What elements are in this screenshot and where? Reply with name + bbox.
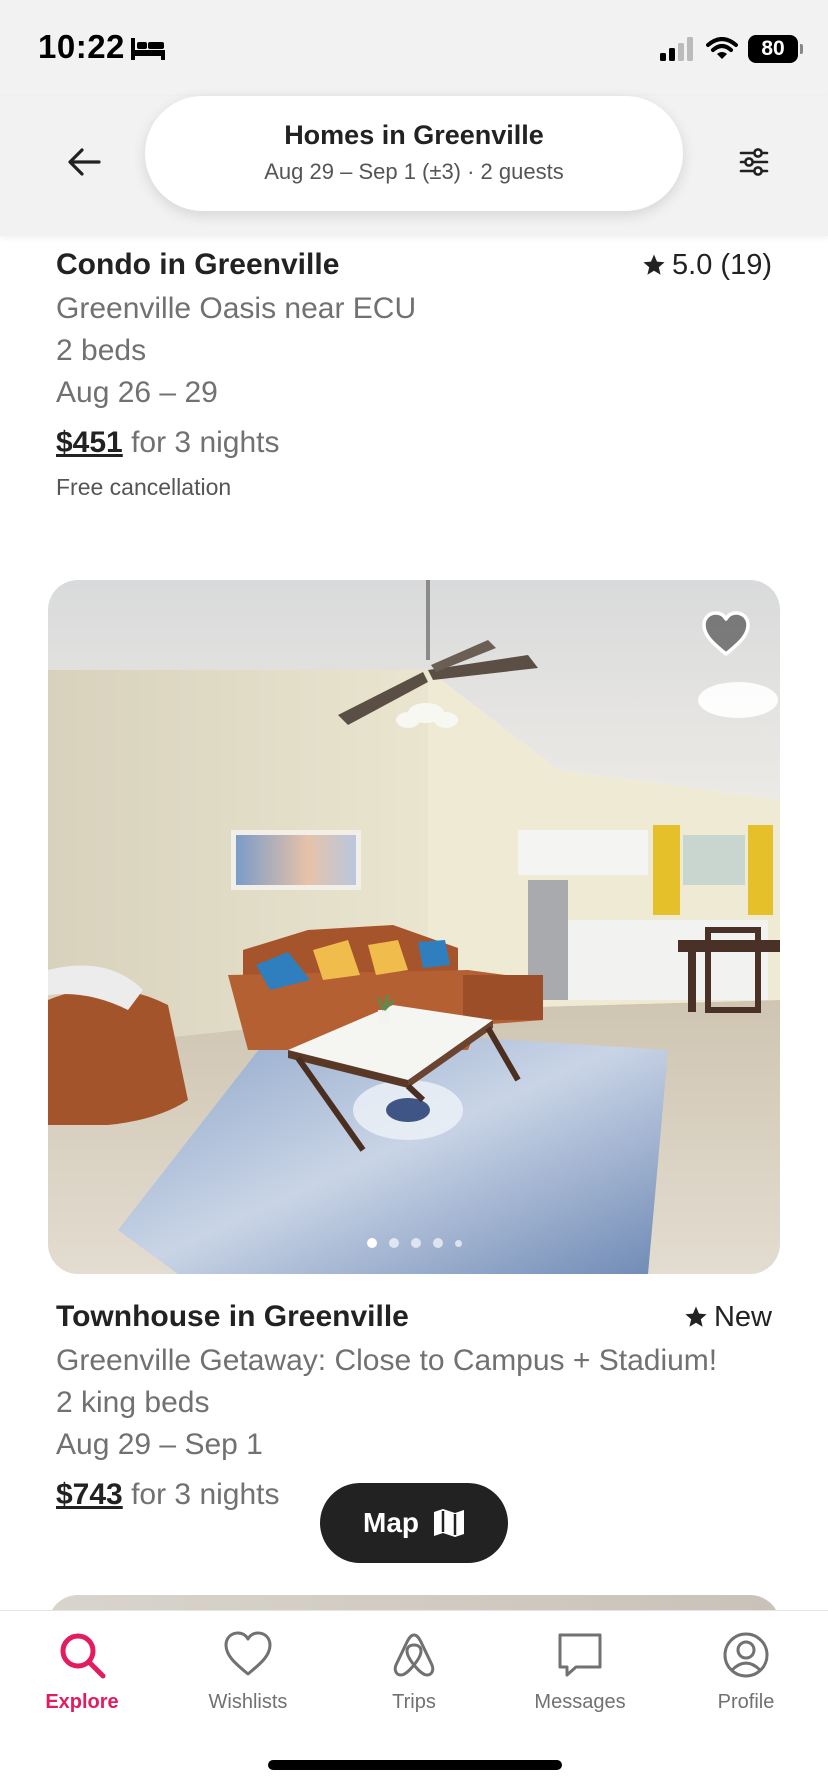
tab-explore[interactable]: Explore: [17, 1629, 147, 1714]
listing-type: Condo in Greenville: [56, 248, 340, 281]
star-icon: [685, 1306, 707, 1327]
listing-beds: 2 king beds: [56, 1386, 210, 1419]
status-time: 10:22: [38, 28, 125, 65]
listing-rating: 5.0 (19): [642, 249, 772, 282]
tab-profile[interactable]: Profile: [681, 1629, 811, 1714]
wifi-icon: [706, 37, 738, 59]
pagination-dot: [366, 1238, 377, 1248]
signal-icon: [660, 37, 693, 61]
pagination-dot: [410, 1238, 421, 1248]
listing-beds: 2 beds: [56, 334, 147, 367]
bed-icon: [131, 38, 165, 60]
tab-label: Trips: [392, 1691, 436, 1713]
battery-indicator: 80: [748, 35, 803, 63]
tab-label: Messages: [534, 1691, 626, 1713]
pagination-dot: [454, 1239, 462, 1247]
tab-label: Profile: [717, 1691, 775, 1713]
listing-rating: New: [684, 1301, 772, 1334]
search-icon: [60, 1633, 106, 1679]
rating-value: 5.0 (19): [672, 248, 772, 281]
back-button[interactable]: [60, 138, 108, 186]
listing-price: $451 for 3 nights: [56, 426, 772, 460]
search-subtitle: Aug 29 – Sep 1 (±3) · 2 guests: [264, 159, 564, 184]
photo-pagination: [48, 1238, 780, 1248]
cancellation-note: Free cancellation: [56, 474, 232, 500]
arrow-left-icon: [68, 148, 101, 176]
search-summary-pill[interactable]: Homes in Greenville Aug 29 – Sep 1 (±3) …: [145, 96, 683, 211]
star-icon: [643, 254, 665, 275]
filters-button[interactable]: [730, 138, 778, 186]
tab-trips[interactable]: Trips: [349, 1629, 479, 1714]
price-suffix: for 3 nights: [122, 1478, 280, 1511]
rating-value: New: [713, 1300, 772, 1333]
map-icon: [434, 1509, 464, 1537]
price-amount: $451: [56, 426, 123, 459]
profile-icon: [723, 1632, 769, 1678]
listing-photo[interactable]: [48, 580, 780, 1274]
listing-card[interactable]: Condo in Greenville 5.0 (19) Greenville …: [56, 248, 772, 501]
status-bar: 10:22 80: [0, 0, 828, 96]
living-room-photo: [48, 580, 780, 1274]
tab-label: Wishlists: [208, 1691, 288, 1713]
map-button[interactable]: Map: [320, 1483, 508, 1563]
pagination-dot: [432, 1238, 443, 1248]
listing-type: Townhouse in Greenville: [56, 1300, 409, 1333]
bottom-tab-bar: Explore Wishlists Trips Messages Profile: [0, 1610, 828, 1792]
price-suffix: for 3 nights: [122, 426, 280, 459]
home-indicator: [268, 1760, 562, 1770]
map-button-label: Map: [363, 1507, 419, 1538]
tab-messages[interactable]: Messages: [515, 1629, 645, 1714]
listing-name: Greenville Getaway: Close to Campus + St…: [56, 1344, 718, 1377]
listing-dates: Aug 29 – Sep 1: [56, 1428, 263, 1461]
listing-name: Greenville Oasis near ECU: [56, 292, 417, 325]
airbnb-logo-icon: [393, 1633, 435, 1677]
listing-card[interactable]: Townhouse in Greenville New Greenville G…: [56, 1300, 772, 1512]
message-icon: [558, 1633, 602, 1677]
heart-icon[interactable]: [700, 610, 752, 658]
heart-icon: [224, 1631, 272, 1676]
search-header: Homes in Greenville Aug 29 – Sep 1 (±3) …: [0, 96, 828, 236]
pagination-dot: [388, 1238, 399, 1248]
tab-label: Explore: [45, 1691, 119, 1713]
search-title: Homes in Greenville: [284, 120, 544, 150]
filters-icon: [739, 148, 769, 176]
tab-wishlists[interactable]: Wishlists: [183, 1629, 313, 1714]
listing-dates: Aug 26 – 29: [56, 376, 218, 409]
price-amount: $743: [56, 1478, 123, 1511]
